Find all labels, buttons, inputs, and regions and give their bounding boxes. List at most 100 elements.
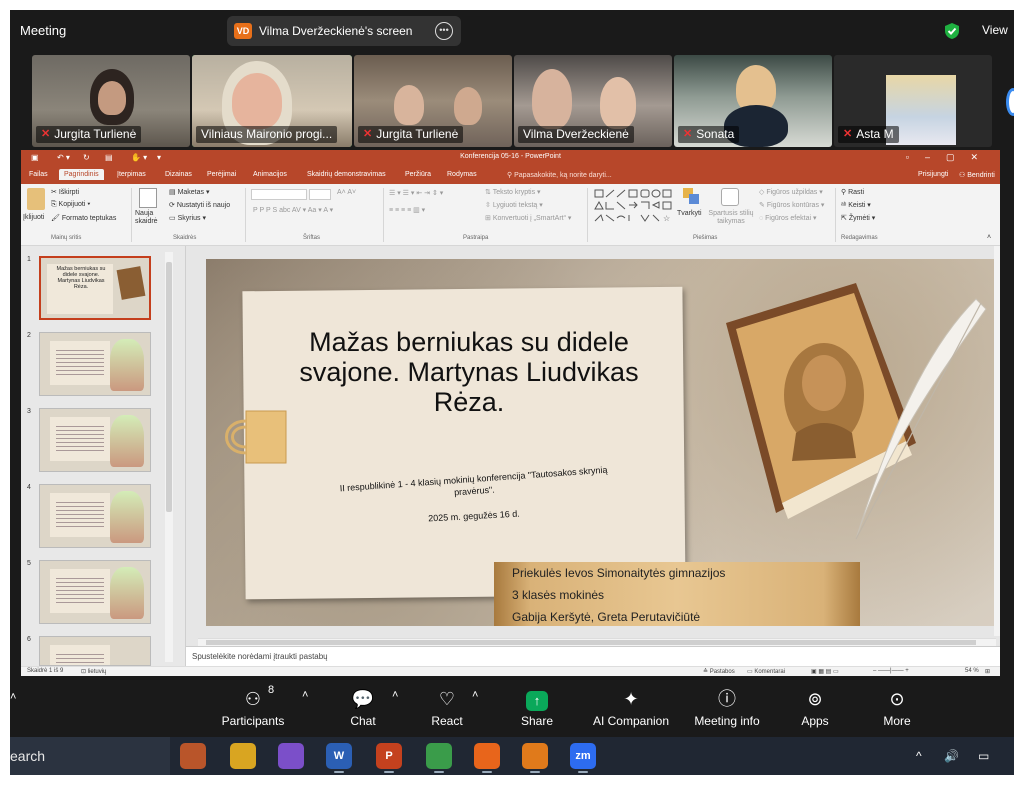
horizontal-scrollbar-thumb[interactable] (206, 640, 976, 645)
screen-share-indicator[interactable]: VD Vilma Dveržeckienė's screen ••• (227, 16, 461, 46)
participant-tile[interactable]: Vilma Dveržeckienė (514, 55, 672, 147)
section-button[interactable]: ▭ Skyrius ▾ (169, 214, 206, 222)
slide-thumbnail[interactable] (39, 408, 151, 472)
powerpoint-icon[interactable]: P (376, 743, 402, 769)
tab-insert[interactable]: Įterpimas (117, 171, 146, 178)
shape-outline-button[interactable]: ✎ Figūros kontūras ▾ (759, 201, 824, 209)
comments-toggle[interactable]: ▭ Komentarai (747, 668, 785, 675)
shield-icon[interactable] (944, 22, 960, 40)
paste-icon[interactable] (27, 188, 45, 210)
window-controls[interactable]: ▫–▢✕ (906, 152, 994, 163)
quick-styles-icon[interactable] (721, 188, 739, 206)
participant-tile[interactable]: ✕ Jurgita Turlienė (32, 55, 190, 147)
reset-button[interactable]: ⟳ Nustatyti iš naujo (169, 201, 230, 209)
tab-transitions[interactable]: Perėjimai (207, 171, 236, 178)
align-buttons[interactable]: ≡ ≡ ≡ ≡ ▥ ▾ (389, 206, 425, 214)
find-button[interactable]: ⚲ Rasti (841, 188, 864, 196)
chat-button[interactable]: 💬 Chat (318, 679, 408, 737)
participant-tile-active-speaker[interactable]: Vilniaus Maironio progi... (192, 55, 352, 147)
react-button[interactable]: ♡ React (402, 679, 492, 737)
slide-thumbnail[interactable] (39, 560, 151, 624)
participant-tile[interactable]: ✕ Sonata (674, 55, 832, 147)
copy-button[interactable]: ⎘ Kopijuoti ▾ (51, 201, 90, 209)
chevron-up-icon[interactable]: ˄ (302, 689, 308, 701)
shape-fill-button[interactable]: ◇ Figūros užpildas ▾ (759, 188, 823, 196)
notes-toggle[interactable]: ≙ Pastabos (703, 668, 735, 675)
tab-design[interactable]: Dizainas (165, 171, 192, 178)
list-buttons[interactable]: ☰ ▾ ☰ ▾ ⇤ ⇥ ⇕ ▾ (389, 189, 443, 197)
font-grow-shrink[interactable]: A˄ A˅ (337, 189, 356, 196)
chevron-up-icon[interactable]: ˄ (10, 691, 16, 703)
tab-home[interactable]: Pagrindinis (59, 169, 104, 180)
file-explorer-icon[interactable] (230, 743, 256, 769)
ppt-share-button[interactable]: ⚇ Bendrinti (959, 171, 995, 179)
chrome-icon[interactable] (426, 743, 452, 769)
new-slide-button[interactable]: Nauja skaidrė (135, 210, 165, 226)
tab-view[interactable]: Rodymas (447, 171, 477, 178)
new-slide-icon[interactable] (139, 188, 157, 208)
author-banner[interactable]: Priekulės Ievos Simonaitytės gimnazijos … (494, 562, 860, 626)
app-square-icon[interactable] (522, 743, 548, 769)
more-button[interactable]: ⊙ More (852, 679, 942, 737)
slide-thumbnail[interactable] (39, 636, 151, 666)
view-button[interactable]: View (982, 23, 1008, 37)
firefox-icon[interactable] (474, 743, 500, 769)
smartart-button[interactable]: ⊞ Konvertuoti į „SmartArt“ ▾ (485, 214, 571, 222)
format-painter-button[interactable]: 🖌 Formato teptukas (51, 214, 116, 222)
tab-slideshow[interactable]: Skaidrių demonstravimas (307, 171, 386, 178)
zoom-app-icon[interactable]: zm (570, 743, 596, 769)
view-buttons[interactable]: ▣ ▦ ▤ ▭ (811, 668, 839, 675)
notes-pane[interactable]: Spustelėkite norėdami įtraukti pastabų (186, 646, 1000, 666)
arrange-icon[interactable] (683, 188, 701, 208)
slide-thumbnail[interactable] (39, 332, 151, 396)
font-format-buttons[interactable]: P P P S abc AV ▾ Aa ▾ A ▾ (253, 206, 333, 214)
tell-me-search[interactable]: ⚲ Papasakokite, ką norite daryti... (507, 171, 612, 179)
zoom-level[interactable]: 54 % (965, 668, 979, 674)
participants-button[interactable]: ⚇ Participants (208, 679, 298, 737)
share-screen-button[interactable]: ↑ Share (492, 679, 582, 737)
shape-effects-button[interactable]: ◌ Figūros efektai ▾ (759, 214, 817, 222)
tab-review[interactable]: Peržiūra (405, 171, 431, 178)
meeting-info-button[interactable]: ⓘ Meeting info (682, 679, 772, 737)
more-options-icon[interactable]: ••• (435, 22, 453, 40)
apps-button[interactable]: ⊚ Apps (770, 679, 860, 737)
tab-animations[interactable]: Animacijos (253, 171, 287, 178)
shapes-gallery[interactable]: ☆ (593, 188, 673, 228)
align-text-button[interactable]: ⇳ Lygiuoti tekstą ▾ (485, 201, 543, 209)
current-slide[interactable]: Mažas berniukas su didele svajone. Marty… (206, 259, 1000, 626)
select-button[interactable]: ⇱ Žymėti ▾ (841, 214, 875, 222)
tab-file[interactable]: Failas (29, 171, 48, 178)
participant-tile[interactable]: ✕ Asta M (834, 55, 992, 147)
slide-title[interactable]: Mažas berniukas su didele svajone. Marty… (284, 327, 654, 417)
layout-button[interactable]: ▤ Maketas ▾ (169, 188, 210, 196)
battery-icon[interactable]: ▭ (978, 749, 989, 763)
ai-companion-button[interactable]: ✦ AI Companion (586, 679, 676, 737)
font-size-select[interactable] (309, 189, 331, 200)
visual-studio-icon[interactable] (278, 743, 304, 769)
zoom-slider[interactable]: – ——|—— + (873, 668, 909, 674)
paste-button[interactable]: Įklijuoti (23, 214, 44, 221)
language-indicator[interactable]: ⊡ lietuvių (81, 668, 106, 675)
collapse-ribbon-icon[interactable]: ˄ (987, 234, 991, 241)
slide-vertical-scrollbar[interactable] (994, 246, 1000, 636)
thumbnail-scrollbar-thumb[interactable] (166, 262, 172, 512)
slide-thumbnail[interactable]: Mažas berniukas su didele svajone. Marty… (39, 256, 151, 320)
participant-tile[interactable]: ✕ Jurgita Turlienė (354, 55, 512, 147)
app-orange-icon[interactable] (180, 743, 206, 769)
tray-caret-icon[interactable]: ^ (916, 749, 922, 763)
cut-button[interactable]: ✂ Iškirpti (51, 188, 79, 196)
text-direction-button[interactable]: ⇅ Teksto kryptis ▾ (485, 188, 541, 196)
chevron-up-icon[interactable]: ˄ (472, 689, 478, 701)
replace-button[interactable]: ᵃᵇ Keisti ▾ (841, 201, 871, 209)
slide-thumbnail[interactable] (39, 484, 151, 548)
sign-in-link[interactable]: Prisijungti (918, 171, 948, 178)
word-icon[interactable]: W (326, 743, 352, 769)
font-family-select[interactable] (251, 189, 307, 200)
fit-slide-icon[interactable]: ⊞ (985, 668, 990, 675)
chevron-up-icon[interactable]: ˄ (392, 689, 398, 701)
quick-styles-button[interactable]: Spartusis stilių taikymas (707, 210, 755, 226)
arrange-button[interactable]: Tvarkyti (677, 210, 702, 217)
speaker-icon[interactable]: 🔊 (944, 749, 959, 763)
taskbar-search[interactable]: earch (10, 737, 170, 775)
side-panel-handle[interactable] (1006, 88, 1014, 116)
